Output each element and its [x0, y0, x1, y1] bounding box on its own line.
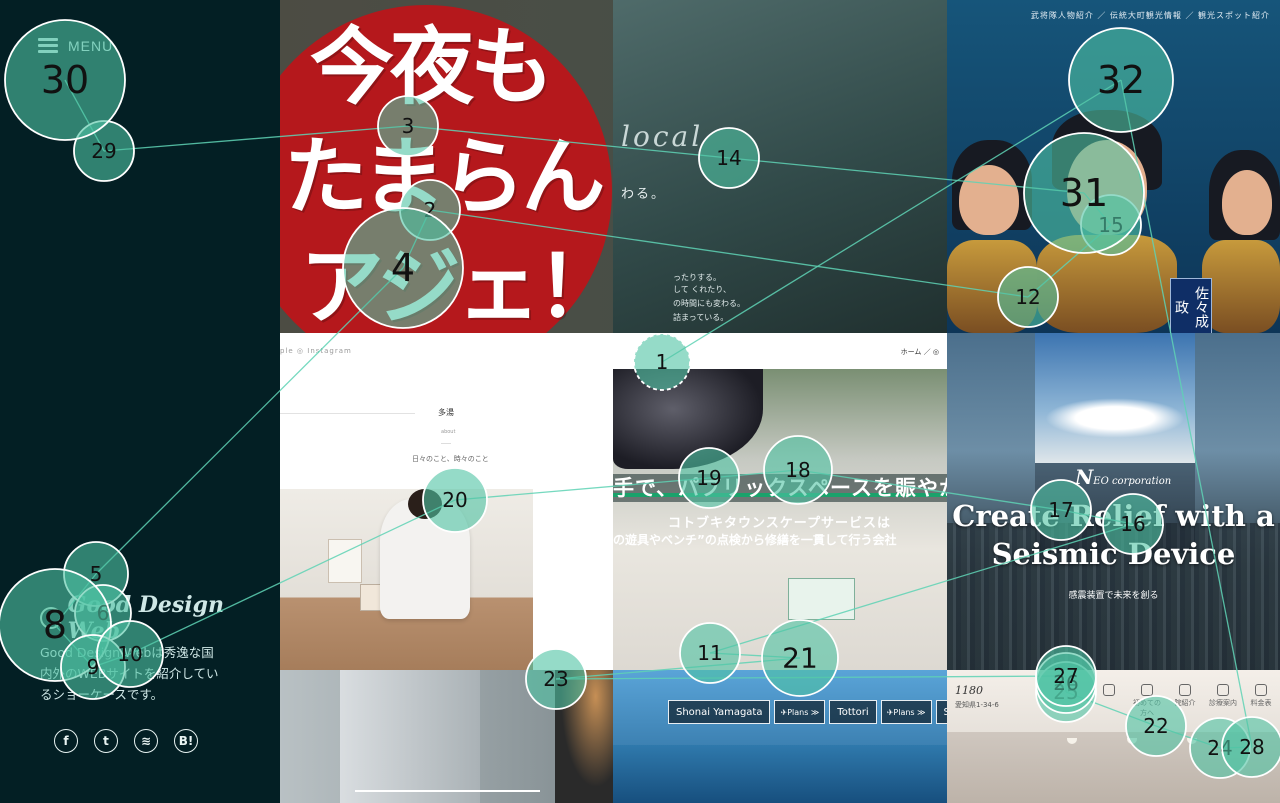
picture-frame [360, 584, 382, 611]
tile-subline-2: の遊具やベンチ”の点検から修繕を一貫して行う会社 [613, 533, 897, 547]
tile-subtitle: わる。 [621, 187, 667, 202]
tile-nav: ple ◎ Instagram [280, 347, 352, 355]
warrior-face [1222, 170, 1272, 235]
showcase-tile-9[interactable]: 1180 愛知県1-34-6 初めての方へ 院紹介 診療案内 料金表 [947, 670, 1280, 803]
tile-headline-2: Seismic Device [991, 537, 1236, 571]
tile-headline: 手で、パブリックスペースを賑やか [613, 476, 947, 500]
menu-button[interactable]: MENU [38, 38, 113, 54]
brand-logo-icon [40, 607, 62, 629]
site-description: Good Design Webは秀逸な国内外のWEBサイトを紹介しているショーケ… [40, 645, 219, 702]
showcase-tile-8[interactable]: Shonai Yamagata ✈Plans ≫ Tottori ✈Plans … [613, 670, 947, 803]
beginner-icon [1141, 684, 1153, 696]
divider [441, 443, 451, 444]
feedly-icon[interactable]: ≋ [134, 729, 158, 753]
picture-frame [328, 539, 362, 583]
gallery-page: MENU Good Design Web Good Design Webは秀逸な… [0, 0, 1280, 803]
glass-panel [340, 670, 480, 803]
nav-item[interactable] [1094, 684, 1124, 718]
warrior-face [1067, 140, 1147, 235]
tile-headline-1: 今夜も [310, 18, 554, 116]
tile-photo [280, 489, 533, 670]
person-icon [1103, 684, 1115, 696]
showcase-tile-5[interactable]: ホーム ／ ◎ 手で、パブリックスペースを賑やか コトブキタウンスケープサービス… [613, 333, 947, 670]
body-line: して くれたり、 [673, 285, 731, 294]
hamburger-icon [38, 38, 58, 54]
destination-chip[interactable]: Tottori [829, 700, 877, 724]
person-figure [555, 670, 613, 803]
warrior-armor [1037, 235, 1177, 333]
room-photo [947, 732, 1280, 803]
hatena-icon[interactable]: B! [174, 729, 198, 753]
showcase-tile-2[interactable]: local わる。 ったりする。 して くれたり、 の時間にも変わる。 詰まって… [613, 0, 947, 333]
tile-headline-1: Create Relief with a [952, 499, 1275, 533]
clinic-address-line: 愛知県1-34-6 [955, 701, 999, 709]
person-hair [408, 489, 442, 519]
brand-name: Good Design Web [67, 592, 225, 644]
showcase-tile-6[interactable]: NEO corporation Create Relief with a Sei… [947, 333, 1280, 670]
destination-chip[interactable]: Shonai Yamagata [668, 700, 771, 724]
sidebar: MENU Good Design Web Good Design Webは秀逸な… [0, 0, 280, 803]
destination-chips: Shonai Yamagata ✈Plans ≫ Tottori ✈Plans … [668, 700, 947, 724]
body-line: 詰まっている。 [673, 313, 729, 322]
warrior-face [959, 165, 1019, 235]
price-icon [1255, 684, 1267, 696]
tile-small-label: about [441, 429, 456, 435]
tile-nav: ホーム ／ ◎ [900, 348, 939, 356]
social-links: f t ≋ B! [54, 729, 198, 753]
script-title: local [621, 120, 704, 153]
clinic-address: 1180 [955, 684, 983, 697]
clinic-nav: 初めての方へ 院紹介 診療案内 料金表 [1094, 684, 1276, 718]
tile-headline-2: たまらん [284, 128, 605, 226]
nav-item[interactable]: 初めての方へ [1132, 684, 1162, 718]
tile-tagline: 日々のこと、時々のこと [412, 455, 489, 463]
sea [613, 745, 947, 803]
tile-subline-1: コトブキタウンスケープサービスは [668, 516, 891, 531]
nav-item[interactable]: 診療案内 [1208, 684, 1238, 718]
company-logo: NEO corporation [1075, 465, 1172, 489]
facebook-icon[interactable]: f [54, 729, 78, 753]
tile-title: 多湯 [438, 408, 454, 417]
showcase-tile-1[interactable]: 今夜も たまらん アジェ！ [280, 0, 613, 333]
showcase-tile-7[interactable] [280, 670, 613, 803]
plans-chip[interactable]: ✈Plans ≫ [880, 700, 932, 724]
tile-nav: 武将隊人物紹介 ／ 伝統大町観光情報 ／ 観光スポット紹介 [1030, 11, 1270, 20]
tooth-icon [1217, 684, 1229, 696]
id-card [788, 578, 855, 620]
menu-label: MENU [68, 38, 114, 54]
divider [280, 413, 415, 414]
showcase-tile-3[interactable]: 武将隊人物紹介 ／ 伝統大町観光情報 ／ 観光スポット紹介 佐々成政 [947, 0, 1280, 333]
body-line: ったりする。 [673, 273, 721, 282]
tile-headline-3: アジェ！ [300, 238, 613, 333]
brand-link[interactable]: Good Design Web [40, 592, 280, 644]
clinic-icon [1179, 684, 1191, 696]
body-line: の時間にも変わる。 [673, 299, 745, 308]
warrior-armor [947, 240, 1037, 333]
plans-chip[interactable]: ✈Plans ≫ [774, 700, 826, 724]
nav-item[interactable]: 院紹介 [1170, 684, 1200, 718]
name-sign: 佐々成政 [1170, 278, 1212, 333]
showcase-tile-4[interactable]: ple ◎ Instagram 多湯 about 日々のこと、時々のこと [280, 333, 613, 670]
twitter-icon[interactable]: t [94, 729, 118, 753]
destination-chip[interactable]: Sa [935, 700, 947, 724]
tile-subtitle: 感震装置で未来を創る [1068, 591, 1159, 601]
nav-item[interactable]: 料金表 [1246, 684, 1276, 718]
warrior-armor [1202, 240, 1280, 333]
cloud [1045, 398, 1185, 438]
progress-bar [355, 790, 540, 792]
